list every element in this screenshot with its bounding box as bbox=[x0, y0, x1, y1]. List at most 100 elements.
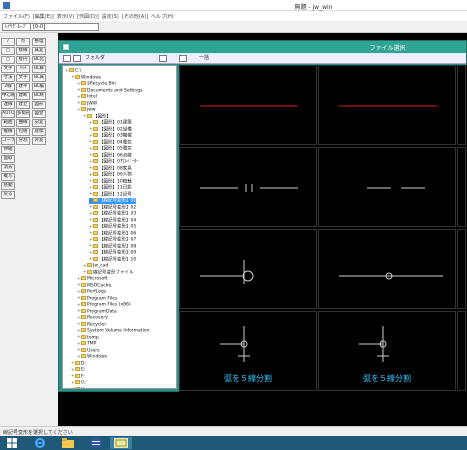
menu-item[interactable]: 表示(V) bbox=[57, 13, 74, 20]
tool-button[interactable]: 分割 bbox=[16, 137, 30, 145]
up-folder-button[interactable] bbox=[73, 55, 81, 62]
tool-button[interactable]: ○ bbox=[1, 56, 15, 64]
thumbnail-cell[interactable]: 弧を５線分割 bbox=[179, 311, 317, 391]
tool-button[interactable]: 範囲 bbox=[1, 119, 15, 127]
tool-button[interactable]: 2線 bbox=[1, 83, 15, 91]
tool-button[interactable]: 整理 bbox=[32, 38, 46, 46]
tree-node[interactable]: + Program Files bbox=[77, 295, 117, 302]
tree-node[interactable]: + Windows bbox=[71, 74, 101, 81]
tree-node[interactable]: + 【線記号変形】10 bbox=[89, 256, 136, 263]
tool-button[interactable]: / bbox=[1, 38, 15, 46]
menu-item[interactable]: ファイル(F) bbox=[3, 13, 30, 20]
ie-icon[interactable] bbox=[30, 437, 50, 449]
tree-node[interactable]: + 【線記号変形】03 bbox=[89, 211, 136, 217]
tree-node[interactable]: + Recycler bbox=[77, 321, 106, 328]
view-toggle-button[interactable] bbox=[159, 55, 167, 62]
menu-item[interactable]: 設定(S) bbox=[102, 13, 119, 20]
tool-button[interactable]: BL化 bbox=[32, 56, 46, 64]
thumbnail-cell-partial[interactable] bbox=[457, 65, 466, 145]
tool-button[interactable]: 記変 bbox=[32, 119, 46, 127]
menu-item[interactable]: [その他(A)] bbox=[122, 13, 148, 20]
tool-button[interactable]: 消去 bbox=[1, 164, 15, 172]
tree-node[interactable]: + 【線記号変形】05 bbox=[89, 224, 136, 230]
tree-node[interactable]: + Intel bbox=[77, 94, 97, 100]
tool-button[interactable]: 図登 bbox=[32, 110, 46, 118]
tree-node[interactable]: + MSOCache bbox=[77, 282, 111, 289]
tree-node[interactable]: + Users bbox=[77, 347, 100, 354]
back-button[interactable] bbox=[63, 55, 71, 62]
tool-button[interactable]: 複写 bbox=[1, 173, 15, 181]
tree-node[interactable]: + 【線記号変形】07 bbox=[89, 237, 136, 243]
tool-button[interactable]: 複線 bbox=[1, 128, 15, 136]
tool-button[interactable]: 多角形 bbox=[16, 110, 30, 118]
tree-node[interactable]: + 【図形】04電気 bbox=[89, 139, 132, 146]
tree-node[interactable]: + Program Files (x86) bbox=[77, 302, 131, 308]
expand-icon[interactable]: + bbox=[77, 108, 81, 114]
tool-button[interactable]: 図形 bbox=[32, 101, 46, 109]
tree-node[interactable]: + 【図形】09人物 bbox=[89, 172, 132, 178]
tree-node[interactable]: + 【線記号変形】04 bbox=[89, 217, 136, 224]
tree-node[interactable]: + PerfLogs bbox=[77, 289, 106, 295]
tool-button[interactable]: 戻る bbox=[1, 191, 15, 199]
grid-toggle-button[interactable] bbox=[179, 55, 187, 62]
thumbnail-cell[interactable] bbox=[179, 147, 317, 227]
tool-button[interactable]: 建平 bbox=[16, 83, 30, 91]
tool-button[interactable]: 面取 bbox=[1, 155, 15, 163]
tool-button[interactable]: 包絡 bbox=[16, 128, 30, 136]
tree-node[interactable]: + 【図形】05電気 bbox=[89, 146, 132, 152]
tool-button[interactable]: コーナー bbox=[1, 137, 15, 145]
tree-node[interactable]: + JWW bbox=[77, 100, 97, 107]
tool-button[interactable]: ﾊｯﾁ bbox=[16, 65, 30, 73]
folder-tree[interactable]: + C:\ + Windows + $Recycle.Bin + Documents and … bbox=[62, 65, 177, 389]
tool-button[interactable]: 外変 bbox=[32, 137, 46, 145]
tool-button[interactable]: 曲線 bbox=[16, 119, 30, 127]
tool-button[interactable]: 文字 bbox=[16, 74, 30, 82]
tool-button[interactable]: 連線 bbox=[1, 101, 15, 109]
tool-button[interactable]: BL属 bbox=[32, 74, 46, 82]
tree-node[interactable]: + D: bbox=[71, 360, 86, 367]
tree-node[interactable]: + G: bbox=[71, 380, 86, 386]
expand-icon[interactable]: + bbox=[83, 114, 87, 120]
tool-button[interactable]: □ bbox=[1, 47, 15, 55]
tool-button[interactable]: 接線 bbox=[16, 47, 30, 55]
tool-button[interactable]: 属変 bbox=[32, 47, 46, 55]
thumbnail-cell-partial[interactable] bbox=[457, 229, 466, 309]
expand-icon[interactable]: + bbox=[65, 69, 69, 75]
batch-label[interactable]: 一括 bbox=[199, 55, 209, 62]
word-icon[interactable] bbox=[86, 437, 106, 449]
tree-node[interactable]: + C:\ bbox=[65, 68, 81, 74]
tool-button[interactable]: BL解 bbox=[32, 65, 46, 73]
tool-button[interactable]: 座標 bbox=[32, 128, 46, 136]
tree-node[interactable]: + 【線記号変形】01 bbox=[89, 198, 137, 204]
tool-button[interactable]: AUTO bbox=[1, 110, 15, 118]
menu-item[interactable]: ヘルプ(H) bbox=[151, 13, 174, 20]
folder-label[interactable]: フォルダ bbox=[85, 55, 105, 62]
thumbnail-grid[interactable]: 弧を５線分割 弧を５線分割 bbox=[179, 65, 467, 393]
tree-node[interactable]: + Windows bbox=[77, 354, 107, 360]
tree-node[interactable]: + Documents and Settings bbox=[77, 87, 142, 94]
tree-node[interactable]: + H: bbox=[71, 386, 86, 388]
thumbnail-cell-partial[interactable] bbox=[457, 311, 466, 391]
tree-node[interactable]: + F: bbox=[71, 373, 85, 380]
layer-group-button[interactable]: ﾚｲﾔｸﾞﾙｰﾌﾟ bbox=[2, 23, 31, 31]
tree-node[interactable]: + 【図形】07ｴﾚﾍﾞｰﾀｰ bbox=[89, 159, 138, 165]
tool-button[interactable]: BL終 bbox=[32, 92, 46, 100]
expand-icon[interactable]: + bbox=[71, 387, 75, 388]
tree-node[interactable]: + 【図形】12記号 bbox=[89, 191, 132, 198]
jw-cad-taskbar-icon[interactable] bbox=[110, 437, 132, 449]
thumbnail-cell[interactable] bbox=[318, 229, 456, 309]
tool-button[interactable]: 伸縮 bbox=[1, 146, 15, 154]
tool-button[interactable]: 寸法 bbox=[1, 74, 15, 82]
tree-node[interactable]: + 【図形】 bbox=[83, 113, 111, 120]
tree-node[interactable]: + TMP bbox=[77, 341, 96, 347]
thumbnail-cell[interactable] bbox=[179, 65, 317, 145]
tool-button[interactable]: 建断 bbox=[16, 92, 30, 100]
tree-node[interactable]: + Recovery bbox=[77, 315, 108, 321]
tree-node[interactable]: + jww bbox=[77, 107, 96, 113]
thumbnail-cell[interactable] bbox=[318, 147, 456, 227]
tree-node[interactable]: + 【図形】11日影 bbox=[89, 185, 132, 191]
tool-button[interactable]: 中心線 bbox=[1, 92, 15, 100]
tree-node[interactable]: + ProgramData bbox=[77, 308, 117, 315]
tree-node[interactable]: + 【図形】06点線 bbox=[89, 152, 132, 159]
tree-node[interactable]: + 【線記号変形】09 bbox=[89, 250, 136, 256]
